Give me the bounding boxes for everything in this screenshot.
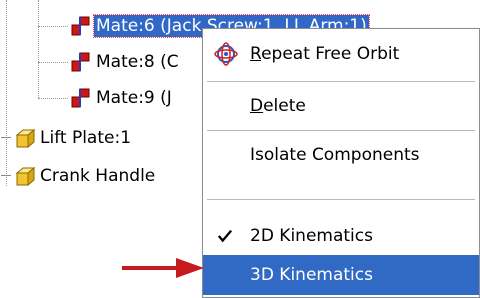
menu-item-3d-kinematics[interactable]: 3D Kinematics xyxy=(203,255,479,295)
menu-item-isolate-components[interactable]: Isolate Components xyxy=(203,135,479,175)
tree-connector xyxy=(38,26,68,27)
tree-item-mate-9[interactable]: Mate:9 (J xyxy=(70,84,174,112)
tree-connector xyxy=(38,62,68,63)
menu-item-label: 2D Kinematics xyxy=(250,226,373,246)
tree-item-label: Mate:8 (C xyxy=(96,52,179,72)
menu-item-label: Repeat Free Orbit xyxy=(250,44,400,64)
menu-item-2d-kinematics[interactable]: 2D Kinematics xyxy=(203,216,479,256)
check-mark-icon xyxy=(217,229,233,243)
mate-constraint-icon xyxy=(71,52,90,72)
menu-separator xyxy=(207,199,475,200)
menu-item-label: Isolate Components xyxy=(250,145,420,165)
tree-connector xyxy=(6,0,7,186)
menu-separator xyxy=(207,81,475,82)
mate-constraint-icon xyxy=(71,88,90,108)
tree-collapse-marker[interactable] xyxy=(1,175,11,176)
mate-constraint-icon xyxy=(71,16,90,36)
tree-item-label: Crank Handle xyxy=(40,166,156,186)
free-orbit-icon xyxy=(214,42,238,66)
context-menu: Repeat Free Orbit Delete Isolate Compone… xyxy=(202,28,480,298)
part-cube-icon xyxy=(15,166,36,187)
tree-connector xyxy=(38,98,68,99)
tree-connector xyxy=(38,0,39,98)
tree-item-label: Mate:9 (J xyxy=(96,88,172,108)
menu-item-repeat-free-orbit[interactable]: Repeat Free Orbit xyxy=(203,34,479,74)
tree-item-label: Lift Plate:1 xyxy=(40,128,132,148)
menu-item-label: Delete xyxy=(250,96,306,116)
menu-item-label: 3D Kinematics xyxy=(250,265,373,285)
menu-item-delete[interactable]: Delete xyxy=(203,86,479,126)
part-cube-icon xyxy=(15,128,36,149)
red-arrow xyxy=(122,258,204,278)
menu-separator xyxy=(207,130,475,131)
tree-item-mate-8[interactable]: Mate:8 (C xyxy=(70,48,181,76)
tree-item-lift-plate[interactable]: Lift Plate:1 xyxy=(14,124,133,152)
tree-item-crank-handle[interactable]: Crank Handle xyxy=(14,162,157,190)
tree-collapse-marker[interactable] xyxy=(1,137,11,138)
